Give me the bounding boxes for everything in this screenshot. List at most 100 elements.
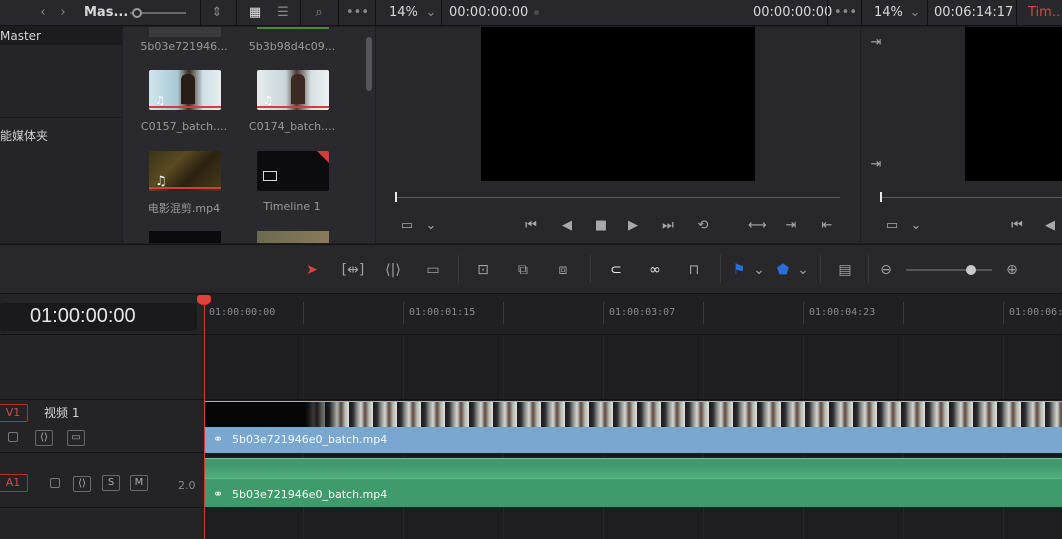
- solo-button[interactable]: S: [102, 475, 120, 491]
- flag-icon[interactable]: ⚑: [732, 261, 746, 279]
- zoom-out-icon[interactable]: ⊖: [878, 261, 894, 279]
- clip-thumbnail[interactable]: ♫: [149, 151, 221, 191]
- auto-select-icon[interactable]: ⟨⟩: [73, 476, 91, 492]
- source-playhead[interactable]: [395, 192, 397, 202]
- ruler-timecode: 01:00:06:14: [1009, 307, 1062, 318]
- clip-thumb-top-1[interactable]: [257, 27, 329, 29]
- mark-out-icon[interactable]: ⇤: [818, 218, 836, 233]
- top-toolbar: ‹ › Mas... ⇕ ▦ ☰ ⌕ ••• 14% ⌄ 00:00:00:00…: [0, 0, 1062, 26]
- play-reverse-icon[interactable]: ◀: [558, 218, 576, 233]
- audio-clip[interactable]: ⚭ 5b03e721946e0_batch.mp4: [205, 458, 1062, 507]
- timecode-box[interactable]: 01:00:00:00: [0, 303, 197, 331]
- chevron-down-icon[interactable]: ⌄: [422, 4, 440, 22]
- play-reverse-icon[interactable]: ◀: [1041, 218, 1059, 233]
- chevron-down-icon[interactable]: ⌄: [907, 218, 925, 233]
- lock-icon[interactable]: [50, 478, 60, 488]
- timeline-zoom-slider[interactable]: [906, 265, 992, 275]
- list-view-icon[interactable]: ☰: [274, 4, 292, 22]
- clip-thumbnail[interactable]: [149, 231, 221, 243]
- more-options-icon[interactable]: •••: [346, 4, 369, 22]
- source-scrubber[interactable]: [396, 197, 840, 198]
- slider-handle[interactable]: [132, 8, 142, 18]
- thumbnail-size-slider[interactable]: [130, 8, 186, 18]
- media-pool-scrollbar[interactable]: [366, 37, 372, 91]
- chevron-down-icon[interactable]: ⌄: [906, 4, 924, 22]
- mark-in-icon[interactable]: ⇥: [782, 218, 800, 233]
- search-icon[interactable]: ⌕: [310, 4, 328, 22]
- marker-icon[interactable]: ⬟: [776, 261, 790, 279]
- sort-icon[interactable]: ⇕: [208, 4, 226, 22]
- grid-view-icon[interactable]: ▦: [246, 4, 264, 22]
- clip-thumbnail[interactable]: [257, 231, 329, 243]
- previous-edit-icon[interactable]: ⇥: [867, 35, 885, 50]
- timeline-thumbnail[interactable]: [257, 151, 329, 191]
- blade-tool-icon[interactable]: ▭: [420, 261, 446, 279]
- clip-dark-start: [205, 402, 345, 428]
- position-lock-icon[interactable]: ⊓: [684, 261, 704, 279]
- replace-clip-icon[interactable]: ⧈: [548, 261, 578, 279]
- audio-channels: 2.0: [178, 479, 196, 492]
- ruler-tick: [603, 302, 604, 324]
- timeline-playhead-line[interactable]: [204, 295, 205, 539]
- timeline-name[interactable]: Tim...: [1028, 5, 1062, 20]
- play-icon[interactable]: ▶: [624, 218, 642, 233]
- lock-icon[interactable]: [8, 432, 18, 442]
- forward-icon[interactable]: ›: [54, 4, 72, 22]
- clip-thumbnail[interactable]: ♫: [149, 70, 221, 110]
- dynamic-trim-icon[interactable]: ⟨|⟩: [380, 261, 406, 279]
- video-clip-bar: ⚭ 5b03e721946e0_batch.mp4: [205, 427, 1062, 453]
- insert-clip-icon[interactable]: ⊡: [470, 261, 496, 279]
- zoom-in-icon[interactable]: ⊕: [1004, 261, 1020, 279]
- timeline-scrubber[interactable]: [881, 197, 1062, 198]
- timeline-viewer: ⇥ ⇥ ▭ ⌄ ⏮ ◀: [861, 27, 1062, 243]
- timeline-viewer-playhead[interactable]: [880, 192, 882, 202]
- ruler-timecode: 01:00:04:23: [809, 307, 876, 318]
- timeline-playhead-handle[interactable]: [197, 295, 211, 305]
- frame-options-icon[interactable]: ▭: [883, 218, 901, 233]
- source-viewer-screen[interactable]: [481, 27, 755, 181]
- bin-name[interactable]: Mas...: [84, 5, 128, 20]
- ruler-tick: [903, 302, 904, 324]
- trim-tool-icon[interactable]: [⇹]: [340, 261, 366, 279]
- next-edit-icon[interactable]: ⇥: [867, 157, 885, 172]
- timeline-ruler[interactable]: 01:00:00:00 01:00:01:15 01:00:03:07 01:0…: [204, 295, 1062, 335]
- go-to-end-icon[interactable]: ⏭: [659, 218, 677, 233]
- linked-selection-icon[interactable]: ∞: [644, 261, 666, 279]
- stop-icon[interactable]: ■: [592, 218, 610, 233]
- selection-tool-icon[interactable]: ➤: [304, 261, 320, 279]
- snapping-icon[interactable]: ⊂: [606, 261, 626, 279]
- audio-track-header: A1 ⟨⟩ S M 2.0: [0, 458, 204, 508]
- track-divider: [204, 455, 1062, 456]
- frame-options-icon[interactable]: ▭: [398, 218, 416, 233]
- go-to-start-icon[interactable]: ⏮: [522, 218, 540, 233]
- timeline-area: 01:00:00:00 01:00:01:15 01:00:03:07 01:0…: [197, 295, 1062, 539]
- zoom-slider-handle[interactable]: [966, 265, 976, 275]
- viewer-zoom-left[interactable]: 14%: [389, 5, 418, 20]
- match-frame-icon[interactable]: ⟷: [748, 218, 767, 233]
- disable-track-icon[interactable]: ▭: [67, 430, 85, 446]
- timeline-view-options-icon[interactable]: ▤: [832, 261, 858, 279]
- auto-select-icon[interactable]: ⟨⟩: [35, 430, 53, 446]
- video-track-badge[interactable]: V1: [0, 404, 28, 422]
- video-clip[interactable]: ⚭ 5b03e721946e0_batch.mp4: [205, 401, 1062, 453]
- go-to-start-icon[interactable]: ⏮: [1008, 218, 1026, 233]
- ruler-tick: [403, 302, 404, 324]
- back-icon[interactable]: ‹: [34, 4, 52, 22]
- viewer-options-icon[interactable]: •••: [834, 4, 857, 22]
- timeline-viewer-screen[interactable]: [965, 27, 1062, 181]
- loop-icon[interactable]: ⟲: [694, 218, 712, 233]
- clip-thumb-top-0[interactable]: [149, 27, 221, 37]
- bin-master[interactable]: Master: [0, 27, 122, 45]
- viewer-zoom-right[interactable]: 14%: [874, 5, 903, 20]
- chevron-down-icon[interactable]: ⌄: [422, 218, 440, 233]
- video-track-name[interactable]: 视频 1: [44, 404, 79, 421]
- audio-track-badge[interactable]: A1: [0, 474, 28, 492]
- mute-button[interactable]: M: [130, 475, 148, 491]
- thumb-figure: [291, 74, 305, 104]
- chevron-down-icon[interactable]: ⌄: [796, 261, 810, 279]
- chevron-down-icon[interactable]: ⌄: [752, 261, 766, 279]
- source-timecode: 00:00:00:00: [449, 5, 529, 20]
- overwrite-clip-icon[interactable]: ⧉: [510, 261, 536, 279]
- smart-bins-label[interactable]: 能媒体夹: [0, 127, 60, 144]
- clip-thumbnail[interactable]: ♫: [257, 70, 329, 110]
